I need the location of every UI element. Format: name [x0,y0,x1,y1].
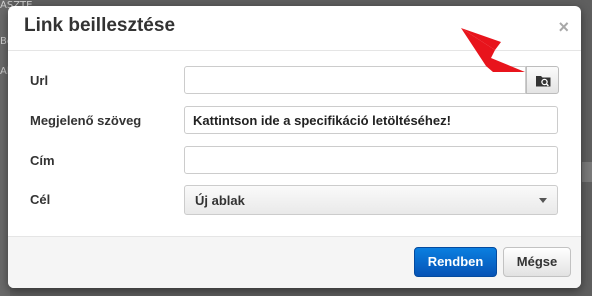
title-row: Cím [8,146,581,176]
background-panel-right [582,162,592,182]
red-arrow-annotation [461,28,525,72]
display-text-label: Megjelenő szöveg [30,113,142,128]
close-icon[interactable]: × [558,18,569,36]
target-label: Cél [30,192,51,207]
title-label: Cím [30,153,55,168]
target-selected-value: Új ablak [195,193,245,208]
dialog-title: Link beillesztése [24,15,176,36]
target-select[interactable]: Új ablak [184,185,558,215]
target-row: Cél Új ablak [8,185,581,215]
dialog-footer: Rendben Mégse [8,236,581,288]
ok-button[interactable]: Rendben [414,247,497,277]
chevron-down-icon [539,198,547,203]
title-input[interactable] [184,146,558,174]
folder-search-icon [536,76,551,87]
url-label: Url [30,73,49,88]
display-text-input[interactable] [184,106,558,134]
cancel-button[interactable]: Mégse [503,247,571,277]
browse-button[interactable] [526,66,559,94]
display-text-row: Megjelenő szöveg [8,106,581,136]
